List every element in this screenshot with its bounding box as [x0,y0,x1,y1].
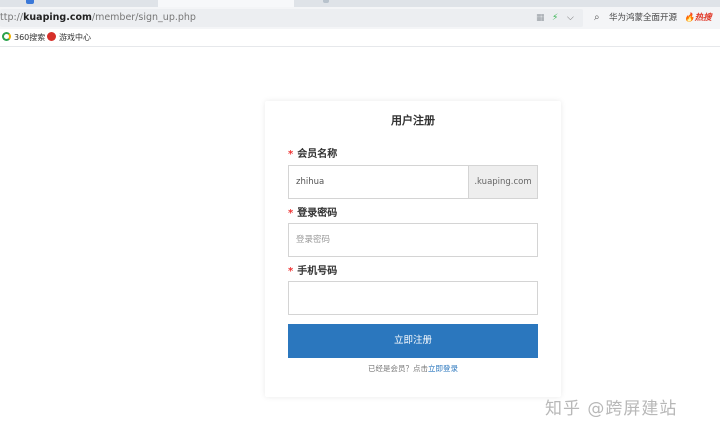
username-label-text: 会员名称 [297,149,338,160]
tab-strip [0,0,720,7]
page-title: 用户注册 [391,114,435,127]
bookmark-360-search[interactable]: 360搜索 [2,32,45,44]
register-button[interactable]: 立即注册 [288,324,538,358]
hot-badge: 🔥热搜 [684,13,712,23]
required-mark: * [288,208,294,219]
search-suggestion[interactable]: ⌕ 华为鸿蒙全面开源 🔥热搜 [592,11,720,25]
address-bar[interactable]: ttp://kuaping.com/member/sign_up.php ▦ ⚡… [0,9,583,27]
username-input[interactable] [289,166,469,198]
url-path: /member/sign_up.php [91,12,196,23]
phone-label-text: 手机号码 [297,266,338,277]
login-link[interactable]: 立即登录 [428,364,458,373]
bookmark-label: 游戏中心 [59,33,91,42]
tab-favicon[interactable] [26,0,34,4]
tab-favicon [323,0,329,3]
360-logo-icon [2,32,11,41]
search-suggestion-text: 华为鸿蒙全面开源 [609,13,678,23]
url-domain: kuaping.com [23,12,92,23]
address-bar-row: ttp://kuaping.com/member/sign_up.php ▦ ⚡… [0,7,720,29]
url-scheme: ttp:// [0,12,24,23]
bookmarks-bar: 360搜索 游戏中心 [0,29,720,47]
username-input-group: .kuaping.com [288,165,538,199]
phone-input-group [288,281,538,315]
url-text[interactable]: ttp://kuaping.com/member/sign_up.php [0,12,196,24]
password-input-group [288,223,538,257]
register-card: 用户注册 *会员名称 .kuaping.com *登录密码 *手机号码 立即注册… [265,101,561,397]
required-mark: * [288,266,294,277]
phone-input[interactable] [289,282,537,314]
password-label: * 登录密码 [288,207,337,221]
game-center-icon [47,32,56,41]
bookmark-label: 360搜索 [14,33,46,42]
chevron-down-icon[interactable]: ⌵ [567,11,574,25]
search-icon: ⌕ [594,12,600,23]
phone-label: * 手机号码 [288,265,337,279]
login-hint: 已经是会员？点击立即登录 [265,363,561,375]
password-label-text: 登录密码 [297,208,338,219]
active-tab[interactable] [158,0,329,7]
bookmark-game-center[interactable]: 游戏中心 [47,32,91,44]
grid-icon[interactable]: ▦ [536,11,545,25]
password-input[interactable] [289,224,537,256]
watermark: 知乎 @跨屏建站 [545,399,678,419]
login-prompt-text: 已经是会员？点击 [368,364,428,373]
lightning-icon[interactable]: ⚡ [552,11,558,25]
domain-suffix: .kuaping.com [468,166,537,198]
required-mark: * [288,149,294,160]
username-label: * 会员名称 [288,148,337,162]
